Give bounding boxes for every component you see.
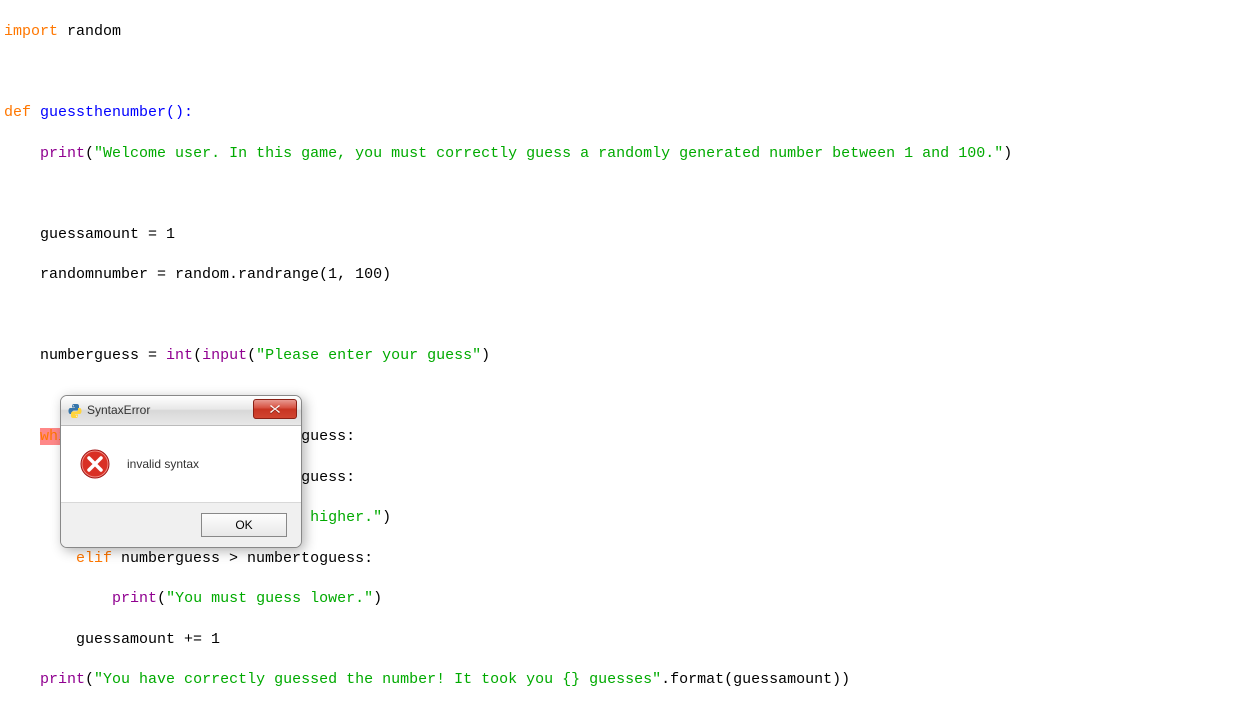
paren: )	[1003, 145, 1012, 162]
close-button[interactable]	[253, 399, 297, 419]
paren: (	[157, 590, 166, 607]
builtin-print: print	[40, 145, 85, 162]
code-text: randomnumber = random.randrange(1, 100)	[40, 266, 391, 283]
dialog-message: invalid syntax	[127, 456, 199, 472]
dialog-body: invalid syntax	[61, 426, 301, 503]
builtin-print: print	[112, 590, 157, 607]
paren: )	[481, 347, 490, 364]
keyword-elif: elif	[76, 550, 112, 567]
dialog-titlebar[interactable]: SyntaxError	[61, 396, 301, 426]
dialog-title-text: SyntaxError	[87, 402, 150, 418]
string-literal: "You have correctly guessed the number! …	[94, 671, 661, 688]
error-icon	[79, 448, 111, 480]
python-icon	[67, 403, 83, 419]
code-text: guessamount += 1	[76, 631, 220, 648]
builtin-int: int	[166, 347, 193, 364]
module-name: random	[58, 23, 121, 40]
function-name: guessthenumber():	[31, 104, 193, 121]
code-text: guessamount = 1	[40, 226, 175, 243]
paren: (	[85, 671, 94, 688]
keyword-import: import	[4, 23, 58, 40]
ok-button[interactable]: OK	[201, 513, 287, 537]
code-text: numberguess =	[40, 347, 166, 364]
close-icon	[269, 404, 281, 414]
paren: (	[247, 347, 256, 364]
builtin-print: print	[40, 671, 85, 688]
syntax-error-dialog: SyntaxError invalid syntax OK	[60, 395, 302, 548]
paren: (	[85, 145, 94, 162]
code-editor[interactable]: import random def guessthenumber(): prin…	[4, 2, 1256, 711]
string-literal: "You must guess lower."	[166, 590, 373, 607]
code-text: .format(guessamount))	[661, 671, 850, 688]
paren: (	[193, 347, 202, 364]
paren: )	[373, 590, 382, 607]
dialog-footer: OK	[61, 503, 301, 547]
paren: )	[382, 509, 391, 526]
builtin-input: input	[202, 347, 247, 364]
string-literal: "Welcome user. In this game, you must co…	[94, 145, 1003, 162]
string-literal: "Please enter your guess"	[256, 347, 481, 364]
keyword-def: def	[4, 104, 31, 121]
code-text: numberguess > numbertoguess:	[112, 550, 373, 567]
